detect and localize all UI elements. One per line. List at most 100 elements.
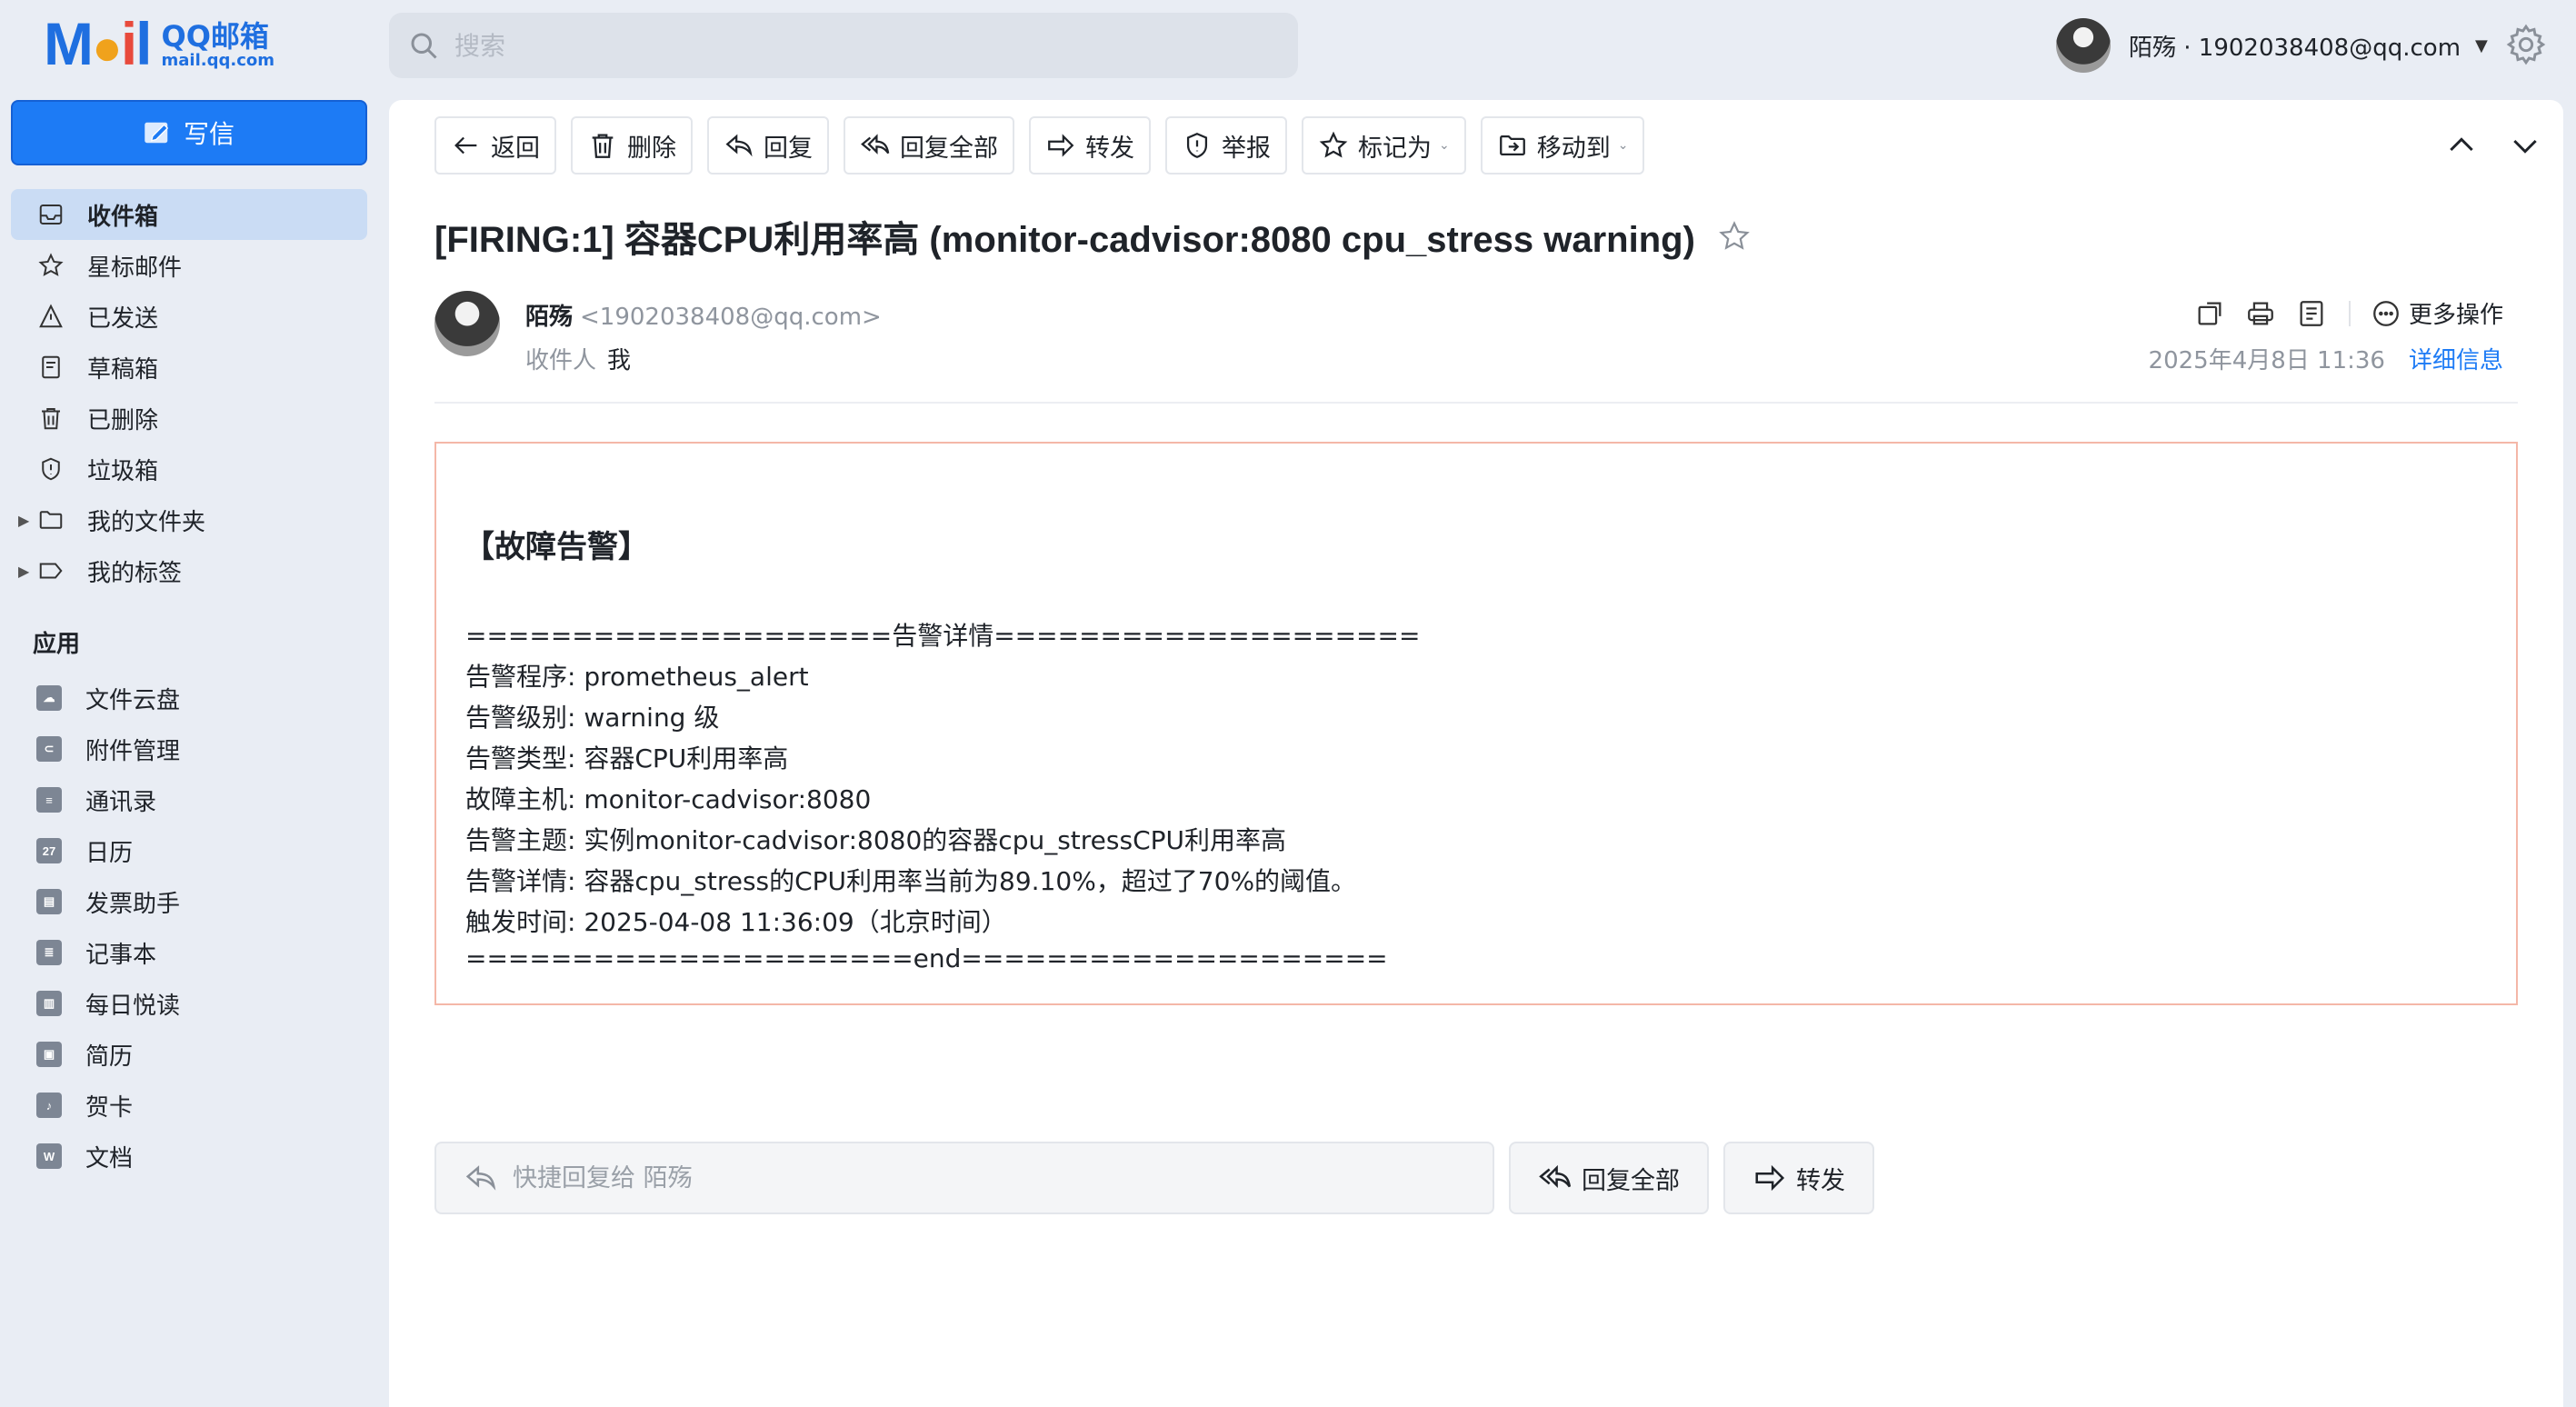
sidebar-item-deleted[interactable]: 已删除: [11, 393, 367, 444]
reading-icon: ▥: [36, 991, 62, 1016]
move-to-dropdown[interactable]: 移动到 ⌄: [1480, 116, 1645, 175]
quick-reply-all-button[interactable]: 回复全部: [1509, 1142, 1709, 1214]
alert-heading: 【故障告警】: [464, 529, 649, 565]
invoice-icon: ▤: [36, 889, 62, 914]
account-menu[interactable]: 陌殇 · 1902038408@qq.com ▼: [2056, 16, 2488, 75]
search-input[interactable]: [454, 30, 1254, 61]
inbox-icon: [39, 205, 63, 225]
chevron-down-icon: ⌄: [1617, 138, 1629, 153]
expand-arrow-icon[interactable]: ▶: [18, 563, 29, 580]
qq-mail-logo[interactable]: M●il QQ邮箱 mail.qq.com: [44, 10, 275, 77]
back-button[interactable]: 返回: [434, 116, 556, 175]
caret-down-icon: ▼: [2475, 35, 2488, 55]
trash-icon: [592, 134, 614, 158]
new-window-icon[interactable]: [2194, 298, 2225, 329]
recipient-label: 收件人: [525, 347, 597, 374]
divider: [434, 402, 2518, 404]
app-item-cloud-drive[interactable]: ☁ 文件云盘: [11, 673, 367, 723]
sidebar-item-my-folders[interactable]: ▶ 我的文件夹: [11, 494, 367, 545]
sidebar-item-my-tags[interactable]: ▶ 我的标签: [11, 545, 367, 596]
details-link[interactable]: 详细信息: [2409, 342, 2503, 375]
top-bar: M●il QQ邮箱 mail.qq.com 陌殇 · 1902038408@qq…: [0, 0, 2576, 95]
search-icon: [411, 33, 437, 59]
report-button[interactable]: 举报: [1165, 116, 1287, 175]
forward-icon: [1048, 134, 1074, 157]
compose-icon: [145, 122, 169, 144]
mail-toolbar: 返回 删除 回复 回复全部 转发 举报 标记为 ⌄ 移动到 ⌄: [434, 116, 1659, 175]
star-icon: [38, 253, 64, 276]
body-line: 告警类型: 容器CPU利用率高: [465, 743, 789, 773]
app-item-resume[interactable]: ▣ 简历: [11, 1029, 367, 1080]
sidebar-item-starred[interactable]: 星标邮件: [11, 240, 367, 291]
mail-subject: [FIRING:1] 容器CPU利用率高 (monitor-cadvisor:8…: [434, 220, 1695, 260]
app-item-calendar[interactable]: 27 日历: [11, 825, 367, 876]
app-item-documents[interactable]: W 文档: [11, 1131, 367, 1182]
app-item-contacts[interactable]: ≡ 通讯录: [11, 774, 367, 825]
attachment-icon: ⊂: [36, 736, 62, 762]
app-item-attachments[interactable]: ⊂ 附件管理: [11, 723, 367, 774]
star-icon: [1319, 131, 1348, 158]
body-line: 告警详情: 容器cpu_stress的CPU利用率当前为89.10%，超过了70…: [465, 866, 1357, 896]
mark-as-dropdown[interactable]: 标记为 ⌄: [1302, 116, 1466, 175]
more-dots-icon[interactable]: [2371, 298, 2401, 329]
search-bar[interactable]: [389, 13, 1298, 78]
quick-reply-box[interactable]: [434, 1142, 1494, 1214]
recipient-name: 我: [607, 347, 632, 374]
logo-wordmark: M●il: [44, 10, 153, 77]
trash-icon: [42, 408, 60, 430]
sidebar-item-spam[interactable]: 垃圾箱: [11, 444, 367, 494]
app-item-daily-reading[interactable]: ▥ 每日悦读: [11, 978, 367, 1029]
body-line: 告警程序: prometheus_alert: [465, 662, 809, 692]
body-line: 告警级别: warning 级: [465, 703, 720, 733]
memo-icon[interactable]: [2296, 298, 2327, 329]
sender-avatar[interactable]: [434, 291, 500, 356]
logo-domain: mail.qq.com: [161, 51, 275, 70]
sidebar-nav: 收件箱 星标邮件 已发送 草稿箱 已删除 垃圾箱 ▶ 我的文件夹 ▶ 我的标签: [11, 189, 367, 596]
star-outline-icon[interactable]: [1717, 219, 1752, 254]
quick-forward-button[interactable]: 转发: [1723, 1142, 1874, 1214]
contacts-icon: ≡: [36, 787, 62, 813]
reply-button[interactable]: 回复: [707, 116, 829, 175]
mail-subject-row: [FIRING:1] 容器CPU利用率高 (monitor-cadvisor:8…: [434, 211, 1752, 262]
gear-icon[interactable]: [2503, 22, 2549, 67]
print-icon[interactable]: [2245, 298, 2276, 329]
reply-icon: [725, 134, 753, 157]
compose-button[interactable]: 写信: [11, 100, 367, 165]
mail-reader-panel: 返回 删除 回复 回复全部 转发 举报 标记为 ⌄ 移动到 ⌄ [FIRING:…: [389, 100, 2563, 1407]
sender-name[interactable]: 陌殇: [525, 304, 573, 331]
chevron-down-icon[interactable]: [2507, 127, 2543, 164]
mail-body: 【故障告警】 ====================告警详情=========…: [434, 442, 2518, 1005]
mail-date: 2025年4月8日 11:36: [2148, 347, 2385, 374]
quick-reply-bar: 回复全部 转发: [434, 1142, 1874, 1214]
apps-section-title: 应用: [33, 631, 81, 658]
reply-all-icon: [861, 134, 890, 155]
mail-header-actions: 更多操作: [2174, 296, 2503, 330]
chevron-down-icon: ⌄: [1439, 138, 1450, 153]
body-line: ====================告警详情================…: [465, 621, 1421, 651]
reply-icon: [465, 1165, 496, 1191]
sidebar-item-drafts[interactable]: 草稿箱: [11, 342, 367, 393]
reply-all-button[interactable]: 回复全部: [844, 116, 1014, 175]
greeting-card-icon: ♪: [36, 1093, 62, 1118]
arrow-left-icon: [454, 136, 477, 155]
expand-arrow-icon[interactable]: ▶: [18, 512, 29, 529]
sidebar-item-inbox[interactable]: 收件箱: [11, 189, 367, 240]
app-item-notepad[interactable]: ≣ 记事本: [11, 927, 367, 978]
forward-button[interactable]: 转发: [1029, 116, 1151, 175]
notepad-icon: ≣: [36, 940, 62, 965]
app-item-greeting-card[interactable]: ♪ 贺卡: [11, 1080, 367, 1131]
app-item-invoice[interactable]: ▤ 发票助手: [11, 876, 367, 927]
document-icon: W: [36, 1143, 62, 1169]
calendar-icon: 27: [36, 838, 62, 863]
sidebar-item-sent[interactable]: 已发送: [11, 291, 367, 342]
cloud-drive-icon: ☁: [36, 685, 62, 711]
quick-reply-input[interactable]: [513, 1163, 1422, 1192]
more-actions-button[interactable]: 更多操作: [2409, 296, 2503, 330]
chevron-up-icon[interactable]: [2443, 127, 2480, 164]
reply-all-icon: [1539, 1164, 1572, 1188]
account-name: 陌殇 · 1902038408@qq.com: [2129, 34, 2461, 62]
body-line: =====================end================…: [465, 943, 1388, 973]
delete-button[interactable]: 删除: [571, 116, 693, 175]
mail-pager: [2416, 127, 2543, 164]
logo-title: QQ邮箱: [161, 19, 269, 54]
